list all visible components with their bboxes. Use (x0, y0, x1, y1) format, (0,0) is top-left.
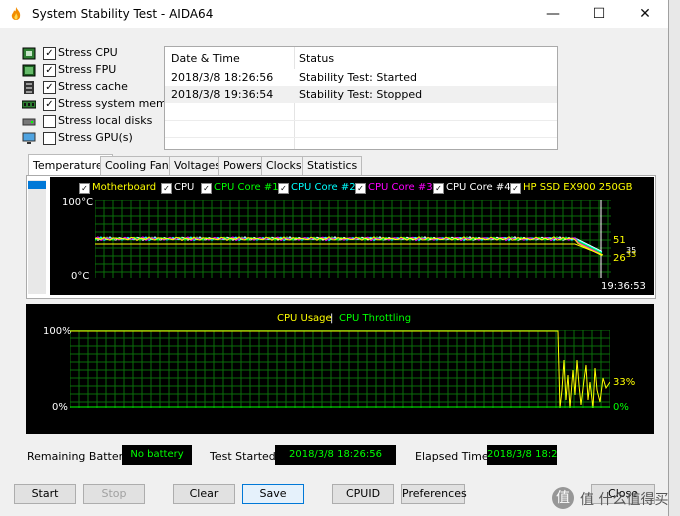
maximize-button[interactable]: ☐ (576, 0, 622, 28)
status-log-table[interactable]: Date & Time Status 2018/3/8 18:26:56 Sta… (164, 46, 558, 150)
minimize-button[interactable]: — (530, 0, 576, 28)
clear-button[interactable]: Clear (173, 484, 235, 504)
legend-label: CPU Core #2 (291, 182, 356, 193)
usage-chart-title: CPU Usage (277, 313, 332, 324)
scrollbar-thumb[interactable] (28, 181, 46, 189)
temp-time-label: 19:36:53 (601, 281, 646, 292)
legend-label: CPU (174, 182, 195, 193)
sensor-list-scrollbar[interactable] (28, 180, 46, 294)
temperature-graph (95, 200, 611, 278)
usage-axis-max: 100% (43, 326, 72, 337)
throttle-value-label: 0% (613, 402, 629, 413)
usage-graph (70, 330, 610, 408)
cache-icon (24, 81, 34, 94)
test-started-value: 2018/3/8 18:26:56 (275, 445, 396, 465)
stress-cache-label: Stress cache (58, 80, 128, 93)
tab-statistics[interactable]: Statistics (302, 156, 363, 175)
test-started-label: Test Started: (210, 450, 280, 463)
tab-powers[interactable]: Powers (218, 156, 267, 175)
legend-label: CPU Core #4 (446, 182, 511, 193)
temp-value-label: 26 (613, 253, 626, 264)
elapsed-time-value: 2018/3/8 18:26:56 (487, 445, 557, 465)
start-button[interactable]: Start (14, 484, 76, 504)
table-header: Date & Time Status (165, 47, 557, 70)
fpu-icon (22, 64, 36, 77)
memory-icon (22, 100, 36, 109)
stress-memory-checkbox[interactable]: ✓ (43, 98, 56, 111)
log-status: Stability Test: Started (299, 71, 417, 84)
usage-chart-separator: | (330, 313, 334, 324)
cpuid-button[interactable]: CPUID (332, 484, 394, 504)
column-header-date[interactable]: Date & Time (171, 52, 240, 65)
legend-label: Motherboard (92, 182, 157, 193)
temp-axis-min: 0°C (71, 271, 90, 282)
table-row[interactable]: 2018/3/8 18:26:56 Stability Test: Starte… (165, 69, 557, 86)
temp-value-label: 33 (626, 250, 637, 259)
stress-disks-checkbox[interactable] (43, 115, 56, 128)
log-time: 2018/3/8 19:36:54 (171, 88, 274, 101)
usage-value-label: 33% (613, 377, 636, 388)
stress-fpu-label: Stress FPU (58, 63, 117, 76)
log-status: Stability Test: Stopped (299, 88, 423, 101)
title-bar[interactable]: System Stability Test - AIDA64 — ☐ ✕ (0, 0, 668, 28)
stress-gpu-label: Stress GPU(s) (58, 131, 133, 144)
battery-value: No battery (122, 445, 192, 465)
table-row[interactable]: 2018/3/8 19:36:54 Stability Test: Stoppe… (165, 86, 557, 103)
background-strip (669, 0, 680, 516)
aida64-flame-icon (11, 7, 21, 20)
stop-button[interactable]: Stop (83, 484, 145, 504)
window-title: System Stability Test - AIDA64 (32, 7, 214, 21)
preferences-button[interactable]: Preferences (401, 484, 467, 504)
watermark-logo: 值 (552, 487, 574, 509)
stress-fpu-checkbox[interactable]: ✓ (43, 64, 56, 77)
stress-cpu-checkbox[interactable]: ✓ (43, 47, 56, 60)
tab-cooling-fans[interactable]: Cooling Fans (100, 156, 180, 175)
stress-cache-checkbox[interactable]: ✓ (43, 81, 56, 94)
temp-axis-max: 100°C (62, 197, 94, 208)
legend-label: HP SSD EX900 250GB (523, 182, 633, 193)
temp-value-label: 51 (613, 235, 626, 246)
column-header-status[interactable]: Status (299, 52, 334, 65)
tab-clocks[interactable]: Clocks (261, 156, 307, 175)
battery-label: Remaining Battery: (27, 450, 133, 463)
stress-cpu-label: Stress CPU (58, 46, 118, 59)
usage-axis-min: 0% (52, 402, 68, 413)
stress-disks-label: Stress local disks (58, 114, 153, 127)
log-time: 2018/3/8 18:26:56 (171, 71, 274, 84)
legend-label: CPU Core #3 (368, 182, 433, 193)
elapsed-time-label: Elapsed Time: (415, 450, 493, 463)
close-window-button[interactable]: ✕ (622, 0, 668, 28)
watermark-text: 值 什么值得买 (580, 492, 669, 508)
monitor-icon (22, 132, 36, 144)
cpu-icon (22, 47, 36, 60)
throttle-chart-title: CPU Throttling (339, 313, 412, 324)
stress-gpu-checkbox[interactable] (43, 132, 56, 145)
save-button[interactable]: Save (242, 484, 304, 504)
legend-label: CPU Core #1 (214, 182, 279, 193)
disk-icon (22, 118, 36, 126)
